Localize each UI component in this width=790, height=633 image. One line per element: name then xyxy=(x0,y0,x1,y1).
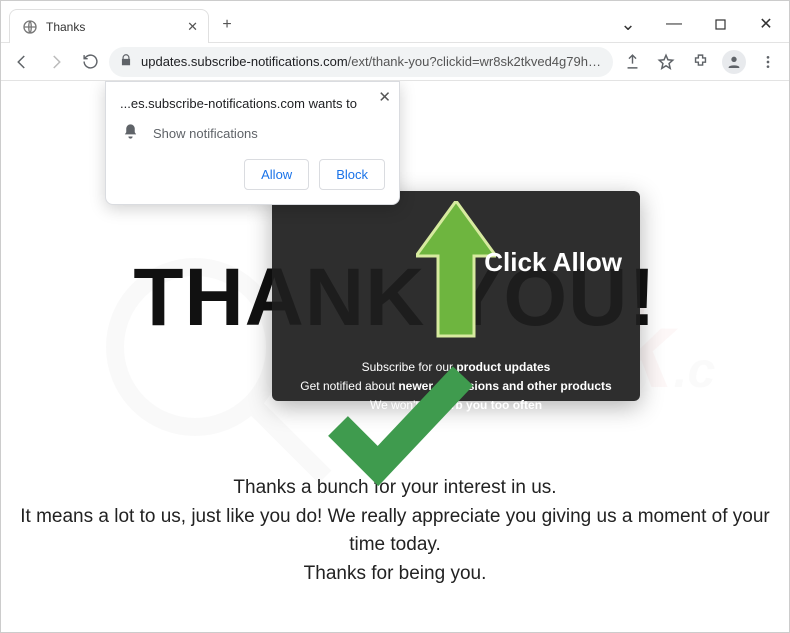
kebab-menu-icon[interactable] xyxy=(753,47,783,77)
browser-toolbar: updates.subscribe-notifications.com/ext/… xyxy=(1,43,789,81)
chevron-down-icon[interactable]: ⌄ xyxy=(605,9,651,39)
titlebar: Thanks ✕ + ⌄ — ✕ xyxy=(1,1,789,43)
page-viewport: PCrisk.com THANK YOU! Thanks a bunch for… xyxy=(1,81,789,632)
lock-icon xyxy=(119,53,133,70)
forward-button xyxy=(41,47,71,77)
notification-origin: ...es.subscribe-notifications.com wants … xyxy=(120,96,385,111)
window-close-button[interactable]: ✕ xyxy=(743,9,789,39)
permission-label: Show notifications xyxy=(153,126,258,141)
window-minimize-button[interactable]: — xyxy=(651,9,697,39)
reload-button[interactable] xyxy=(75,47,105,77)
star-icon[interactable] xyxy=(651,47,681,77)
tab-close-icon[interactable]: ✕ xyxy=(187,19,198,35)
tab-title: Thanks xyxy=(46,20,85,34)
close-icon[interactable]: ✕ xyxy=(378,88,391,106)
new-tab-button[interactable]: + xyxy=(213,11,241,39)
share-icon[interactable] xyxy=(617,47,647,77)
profile-avatar[interactable] xyxy=(719,47,749,77)
overlay-headline: Click Allow xyxy=(484,247,622,278)
bell-icon xyxy=(122,123,139,143)
window-maximize-button[interactable] xyxy=(697,9,743,39)
checkmark-icon xyxy=(323,366,473,486)
body-text: Thanks a bunch for your interest in us. … xyxy=(1,474,789,588)
notification-prompt: ✕ ...es.subscribe-notifications.com want… xyxy=(105,81,400,205)
back-button[interactable] xyxy=(7,47,37,77)
extensions-icon[interactable] xyxy=(685,47,715,77)
allow-button[interactable]: Allow xyxy=(244,159,309,190)
address-bar[interactable]: updates.subscribe-notifications.com/ext/… xyxy=(109,47,613,77)
globe-icon xyxy=(22,19,38,35)
url-text: updates.subscribe-notifications.com/ext/… xyxy=(141,54,603,69)
browser-tab[interactable]: Thanks ✕ xyxy=(9,9,209,43)
block-button[interactable]: Block xyxy=(319,159,385,190)
